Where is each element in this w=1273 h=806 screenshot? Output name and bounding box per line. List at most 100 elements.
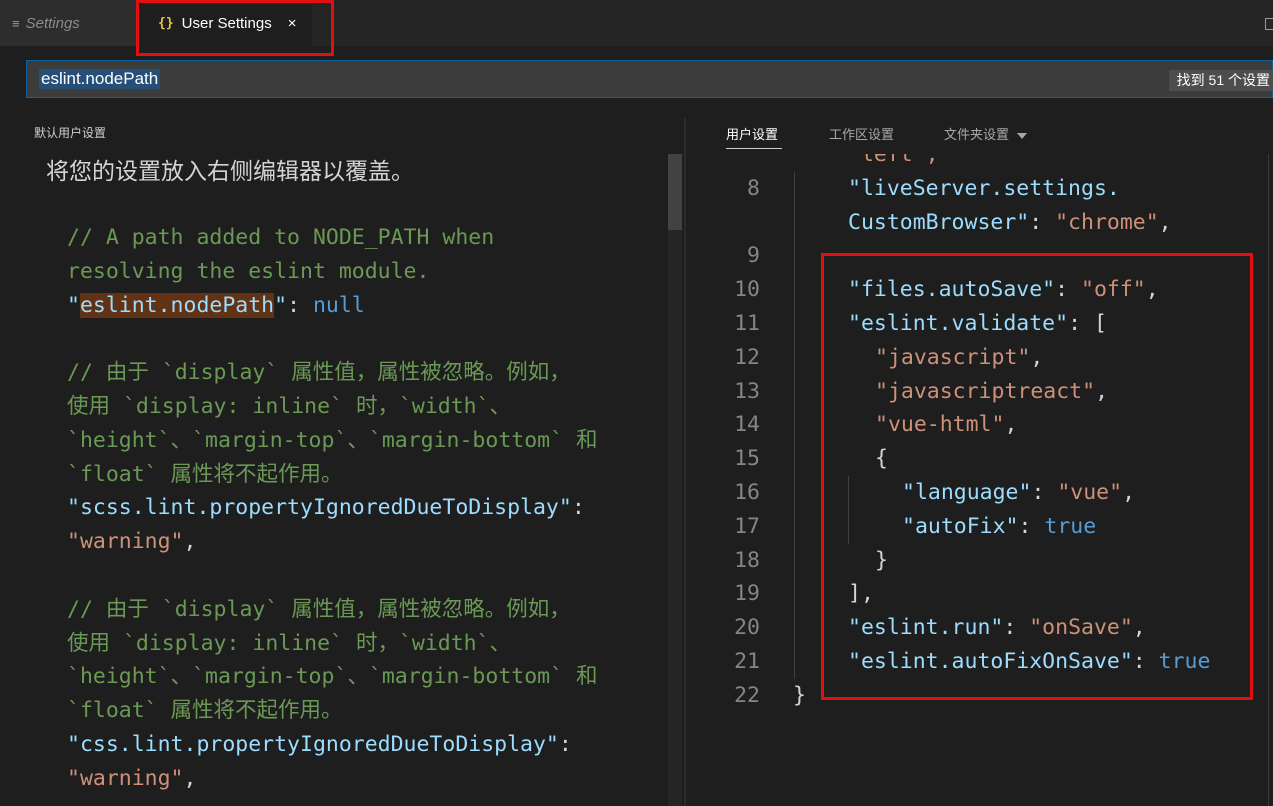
indent-guide bbox=[794, 645, 795, 679]
code-token: // 由于 `display` 属性值，属性被忽略。例如， bbox=[67, 596, 571, 622]
indent-guide bbox=[794, 611, 795, 645]
code-token: "chrome" bbox=[1055, 209, 1159, 235]
default-code-line: "css.lint.propertyIgnoredDueToDisplay": bbox=[67, 728, 667, 762]
right-scrollbar[interactable] bbox=[1268, 154, 1269, 806]
indent-guide bbox=[794, 171, 795, 206]
editor-line: 8 "liveServer.settings. bbox=[686, 171, 1273, 206]
default-code-line: `float` 属性将不起作用。 bbox=[67, 458, 667, 492]
tab-settings-label: Settings bbox=[25, 14, 80, 32]
line-number: 8 bbox=[747, 175, 760, 201]
default-settings-header: 默认用户设置 bbox=[34, 126, 107, 140]
code-token: `height`、`margin-top`、`margin-bottom` 和 bbox=[67, 664, 598, 690]
code-text: "left", bbox=[848, 154, 939, 172]
indent-guide bbox=[794, 340, 795, 375]
tab-user-scope[interactable]: 用户设置 bbox=[726, 124, 778, 143]
default-code-line bbox=[67, 322, 667, 356]
default-code-line: "scss.lint.propertyIgnoredDueToDisplay": bbox=[67, 491, 667, 525]
default-code-line: 使用 `display: inline` 时，`width`、 bbox=[67, 627, 667, 661]
code-token: , bbox=[183, 765, 197, 791]
line-number: 20 bbox=[734, 615, 760, 641]
code-text: } bbox=[793, 679, 806, 713]
indent-guide bbox=[794, 577, 795, 612]
line-number: 15 bbox=[734, 446, 760, 472]
code-token: "liveServer.settings. bbox=[848, 175, 1120, 201]
code-token: `height`、`margin-top`、`margin-bottom` 和 bbox=[67, 427, 598, 453]
indent-guide bbox=[794, 374, 795, 409]
line-number: 10 bbox=[734, 277, 760, 303]
default-code-line: "eslint.nodePath": null bbox=[67, 289, 667, 323]
indent-guide bbox=[794, 442, 795, 476]
default-settings-code: // A path added to NODE_PATH when resolvi… bbox=[67, 221, 667, 796]
default-code-line: resolving the eslint module. bbox=[67, 255, 667, 289]
tab-folder-scope[interactable]: 文件夹设置 bbox=[944, 124, 1028, 143]
annotation-box-tab bbox=[136, 0, 334, 56]
code-text: CustomBrowser": "chrome", bbox=[848, 206, 1172, 240]
code-token: : bbox=[571, 495, 585, 521]
editor-line: CustomBrowser": "chrome", bbox=[686, 205, 1273, 240]
code-token: " bbox=[67, 292, 80, 318]
code-token: "warning" bbox=[67, 529, 184, 555]
code-token: , bbox=[1158, 209, 1172, 235]
indent-guide bbox=[794, 543, 795, 578]
default-code-line bbox=[67, 559, 667, 593]
default-code-line: "warning", bbox=[67, 762, 667, 796]
default-code-line: // A path added to NODE_PATH when bbox=[67, 221, 667, 255]
chevron-down-icon bbox=[1017, 132, 1028, 139]
code-token: null bbox=[312, 292, 365, 318]
code-token: " bbox=[274, 292, 288, 318]
indent-guide bbox=[794, 239, 795, 274]
code-token: resolving the eslint module. bbox=[67, 258, 430, 284]
default-code-line: 使用 `display: inline` 时，`width`、 bbox=[67, 390, 667, 424]
editor-line: "left", bbox=[686, 154, 1273, 172]
line-number: 9 bbox=[747, 243, 760, 269]
indent-guide bbox=[794, 307, 795, 341]
default-code-line: `height`、`margin-top`、`margin-bottom` 和 bbox=[67, 424, 667, 458]
line-number: 21 bbox=[734, 649, 760, 674]
line-number: 18 bbox=[734, 547, 760, 573]
code-token: } bbox=[793, 682, 806, 708]
tab-settings[interactable]: ≡ Settings bbox=[0, 0, 136, 46]
code-token: // A path added to NODE_PATH when bbox=[67, 225, 495, 250]
code-text: "liveServer.settings. bbox=[848, 172, 1120, 206]
line-number: 14 bbox=[734, 412, 760, 438]
default-code-line: "warning", bbox=[67, 525, 667, 559]
annotation-box-editor bbox=[821, 253, 1253, 700]
tab-folder-scope-label: 文件夹设置 bbox=[944, 127, 1010, 142]
active-tab-indicator bbox=[726, 148, 782, 149]
indent-guide bbox=[794, 408, 795, 443]
code-token: "css.lint.propertyIgnoredDueToDisplay" bbox=[67, 731, 559, 757]
code-token: 使用 `display: inline` 时，`width`、 bbox=[67, 393, 512, 419]
line-number: 13 bbox=[734, 378, 760, 404]
code-token: `float` 属性将不起作用。 bbox=[67, 698, 343, 724]
code-token: "left", bbox=[848, 154, 939, 167]
tab-workspace-scope[interactable]: 工作区设置 bbox=[829, 124, 894, 143]
default-settings-intro: 将您的设置放入右侧编辑器以覆盖。 bbox=[46, 158, 414, 184]
split-editor-icon[interactable] bbox=[1265, 18, 1273, 30]
line-number: 19 bbox=[734, 581, 760, 607]
indent-guide bbox=[794, 273, 795, 307]
code-token: // 由于 `display` 属性值，属性被忽略。例如， bbox=[67, 360, 571, 386]
search-value: eslint.nodePath bbox=[39, 69, 161, 89]
code-token: `float` 属性将不起作用。 bbox=[67, 461, 343, 487]
code-token: CustomBrowser" bbox=[848, 209, 1030, 235]
search-input[interactable]: eslint.nodePath 找到 51 个设置 bbox=[26, 60, 1273, 98]
indent-guide bbox=[794, 205, 795, 240]
line-number: 17 bbox=[734, 513, 760, 539]
line-number: 16 bbox=[734, 480, 760, 505]
indent-guide bbox=[794, 476, 795, 510]
search-result-count: 找到 51 个设置 bbox=[1168, 70, 1273, 91]
code-token: : bbox=[287, 292, 313, 318]
left-scrollbar-thumb[interactable] bbox=[668, 154, 682, 230]
default-code-line: // 由于 `display` 属性值，属性被忽略。例如， bbox=[67, 593, 667, 627]
code-token: , bbox=[183, 529, 197, 555]
code-token: 使用 `display: inline` 时，`width`、 bbox=[67, 630, 512, 656]
list-icon: ≡ bbox=[12, 15, 20, 31]
default-code-line: `height`、`margin-top`、`margin-bottom` 和 bbox=[67, 660, 667, 694]
code-token: : bbox=[1029, 209, 1056, 235]
line-number: 22 bbox=[734, 682, 760, 708]
line-number: 11 bbox=[734, 311, 760, 336]
default-code-line: `float` 属性将不起作用。 bbox=[67, 694, 667, 728]
left-scrollbar[interactable] bbox=[668, 154, 682, 806]
indent-guide bbox=[794, 509, 795, 544]
search-highlight: eslint.nodePath bbox=[79, 292, 275, 318]
